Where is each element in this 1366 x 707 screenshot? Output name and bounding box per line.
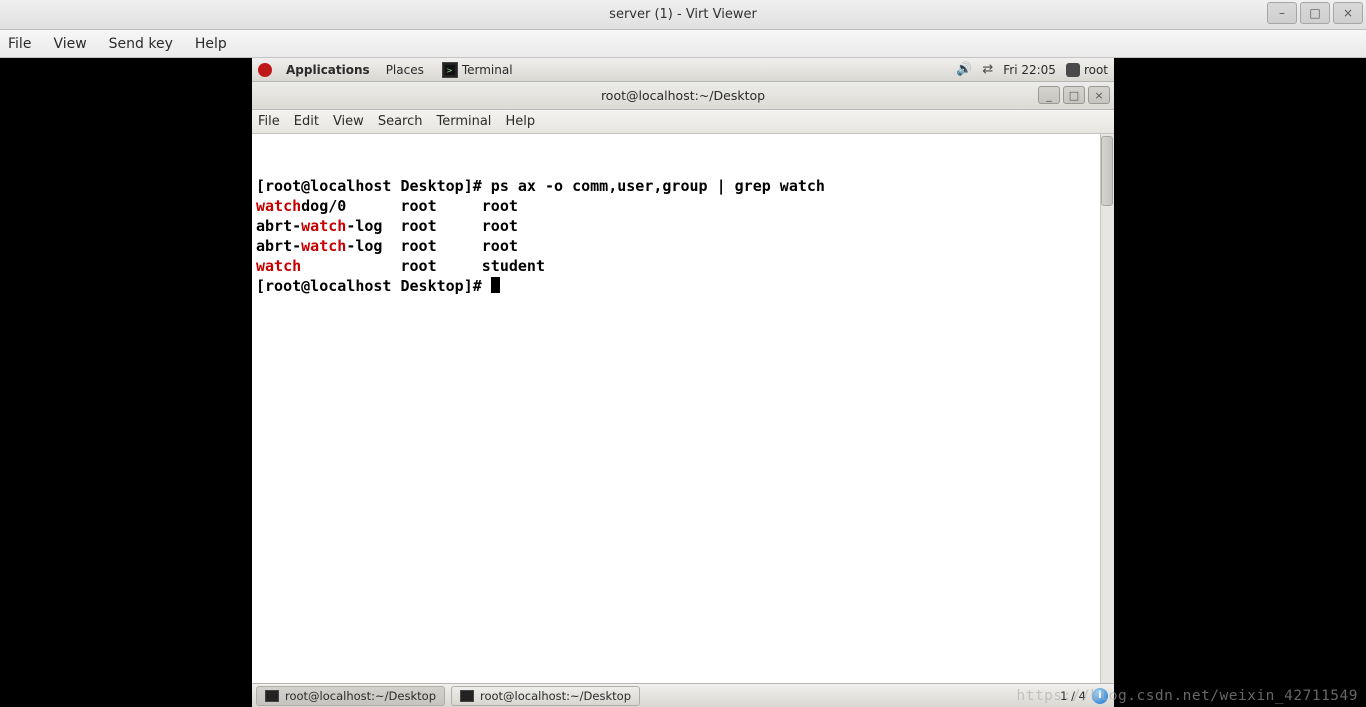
distro-icon[interactable] (258, 63, 272, 77)
term-menu-search[interactable]: Search (378, 114, 423, 129)
terminal-title: root@localhost:~/Desktop (601, 88, 765, 103)
term-menu-edit[interactable]: Edit (294, 114, 319, 129)
terminal-maximize-button[interactable]: □ (1063, 86, 1085, 104)
active-app-label[interactable]: Terminal (462, 63, 513, 77)
host-menu-sendkey[interactable]: Send key (109, 36, 173, 52)
guest-systray: 🔊 ⇄ Fri 22:05 root (956, 62, 1108, 77)
term-menu-help[interactable]: Help (505, 114, 535, 129)
host-menu-file[interactable]: File (8, 36, 31, 52)
host-title: server (1) - Virt Viewer (609, 7, 757, 22)
taskbar-item-2[interactable]: root@localhost:~/Desktop (451, 686, 640, 706)
taskbar-item-icon (265, 690, 279, 702)
terminal-minimize-button[interactable]: _ (1038, 86, 1060, 104)
vm-framebuffer: Applications Places > Terminal 🔊 ⇄ Fri 2… (0, 58, 1366, 707)
guest-desktop: Applications Places > Terminal 🔊 ⇄ Fri 2… (252, 58, 1114, 707)
taskbar-item-icon (460, 690, 474, 702)
user-menu[interactable]: root (1066, 63, 1108, 77)
guest-top-panel: Applications Places > Terminal 🔊 ⇄ Fri 2… (252, 58, 1114, 82)
term-menu-terminal[interactable]: Terminal (436, 114, 491, 129)
clock[interactable]: Fri 22:05 (1003, 63, 1056, 77)
applications-menu[interactable]: Applications (278, 63, 378, 77)
workspace-indicator[interactable]: 1 / 4 i (1060, 688, 1110, 704)
network-icon[interactable]: ⇄ (982, 62, 993, 77)
terminal-close-button[interactable]: × (1088, 86, 1110, 104)
active-app-icon[interactable]: > (442, 62, 458, 78)
host-minimize-button[interactable]: – (1267, 2, 1297, 24)
host-close-button[interactable]: × (1333, 2, 1363, 24)
terminal-window-controls: _ □ × (1038, 86, 1110, 104)
guest-bottom-panel: root@localhost:~/Desktop root@localhost:… (252, 683, 1114, 707)
svg-text:>: > (446, 66, 453, 75)
host-window-controls: – □ × (1267, 0, 1366, 29)
host-titlebar: server (1) - Virt Viewer – □ × (0, 0, 1366, 30)
info-icon[interactable]: i (1092, 688, 1108, 704)
terminal-titlebar[interactable]: root@localhost:~/Desktop _ □ × (252, 82, 1114, 110)
taskbar-item-1[interactable]: root@localhost:~/Desktop (256, 686, 445, 706)
host-menu-help[interactable]: Help (195, 36, 227, 52)
host-menubar: File View Send key Help (0, 30, 1366, 58)
scrollbar-thumb[interactable] (1101, 136, 1113, 206)
terminal-window: root@localhost:~/Desktop _ □ × File Edit… (252, 82, 1114, 683)
user-icon (1066, 63, 1080, 77)
term-menu-view[interactable]: View (333, 114, 364, 129)
host-maximize-button[interactable]: □ (1300, 2, 1330, 24)
term-menu-file[interactable]: File (258, 114, 280, 129)
volume-icon[interactable]: 🔊 (956, 62, 972, 77)
terminal-menubar: File Edit View Search Terminal Help (252, 110, 1114, 134)
terminal-scrollbar[interactable] (1100, 134, 1114, 683)
terminal-body[interactable]: [root@localhost Desktop]# ps ax -o comm,… (252, 134, 1114, 683)
host-menu-view[interactable]: View (53, 36, 86, 52)
terminal-icon: > (445, 65, 455, 75)
places-menu[interactable]: Places (378, 63, 432, 77)
